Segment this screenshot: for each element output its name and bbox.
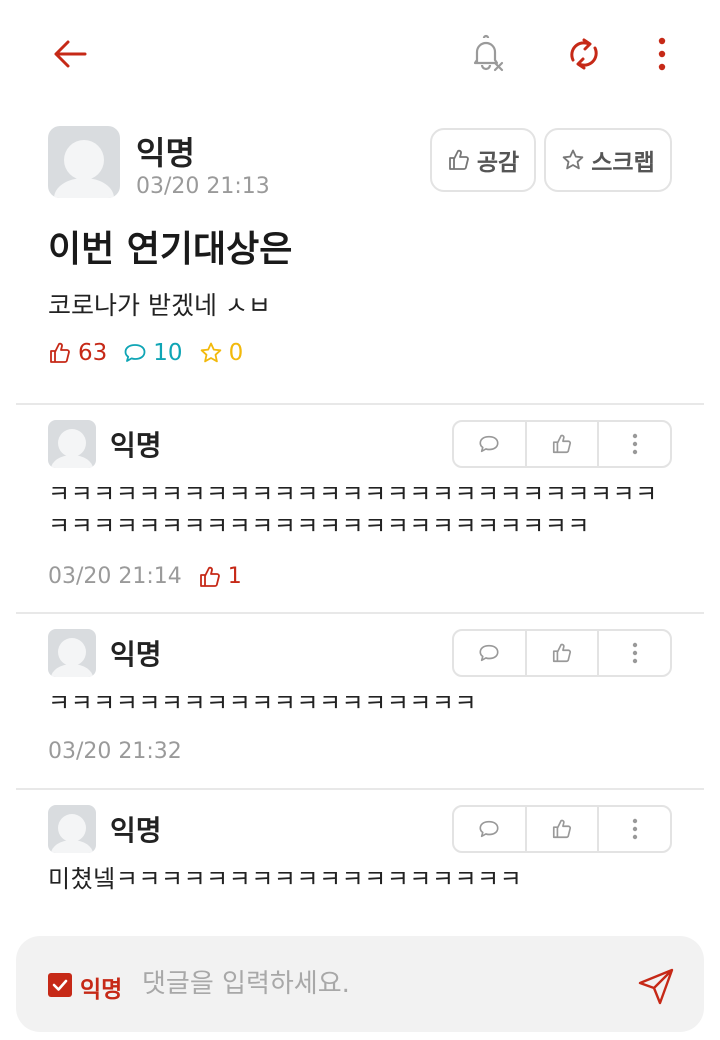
more-button[interactable] (638, 30, 686, 78)
checkmark-icon (52, 979, 68, 991)
speech-bubble-icon (479, 820, 499, 838)
more-vertical-icon (658, 37, 666, 71)
reply-button[interactable] (454, 631, 525, 675)
divider (16, 403, 704, 405)
comment-text: ㅋㅋㅋㅋㅋㅋㅋㅋㅋㅋㅋㅋㅋㅋㅋㅋㅋㅋㅋ (48, 689, 478, 717)
star-icon (200, 342, 221, 363)
comment-meta: 03/20 21:32 (48, 739, 182, 764)
comment-text: ㅋㅋㅋㅋㅋㅋㅋㅋㅋㅋㅋㅋㅋㅋㅋㅋㅋㅋㅋㅋㅋㅋㅋㅋㅋㅋㅋㅋㅋㅋㅋㅋㅋㅋㅋㅋㅋㅋㅋㅋ… (48, 480, 658, 540)
more-vertical-icon (632, 818, 637, 840)
post-body: 코로나가 받겠네 ㅅㅂ (48, 291, 271, 320)
comment-author: 익명 (110, 814, 162, 847)
comment-actions (452, 805, 672, 853)
like-count-value: 63 (78, 340, 108, 366)
comment-like-button[interactable] (524, 807, 598, 851)
speech-bubble-icon (479, 644, 499, 662)
like-count: 63 (48, 340, 107, 366)
comment-actions (452, 629, 672, 677)
anonymous-checkbox[interactable] (48, 973, 72, 997)
speech-bubble-icon (479, 435, 499, 453)
comment: 익명 미쳤넼ㅋㅋㅋㅋㅋㅋㅋㅋㅋㅋㅋㅋㅋㅋㅋㅋㅋㅋ (48, 805, 672, 905)
refresh-button[interactable] (560, 30, 608, 78)
post-title: 이번 연기대상은 (48, 229, 293, 270)
anonymous-label: 익명 (80, 977, 123, 1003)
post: 익명 03/20 21:13 공감 스크랩 이번 연기대상은 코로나가 받겠네 … (48, 126, 672, 366)
comment-like-count: 1 (198, 564, 242, 589)
comment-count: 10 (123, 340, 183, 366)
back-button[interactable] (46, 30, 94, 78)
top-bar (0, 0, 720, 110)
reply-button[interactable] (454, 422, 525, 466)
thumbs-up-icon (552, 434, 572, 454)
comment-more-button[interactable] (597, 807, 670, 851)
reply-button[interactable] (454, 807, 525, 851)
comment-time: 03/20 21:14 (48, 564, 182, 589)
refresh-icon (570, 38, 598, 70)
post-time: 03/20 21:13 (136, 174, 270, 199)
comment-like-value: 1 (227, 564, 242, 589)
comment-more-button[interactable] (597, 631, 670, 675)
back-arrow-icon (54, 40, 87, 68)
scrap-count: 0 (199, 340, 244, 366)
thumbs-up-icon (50, 342, 70, 363)
notification-button[interactable] (462, 30, 510, 78)
post-stats: 63 10 0 (48, 340, 259, 366)
thumbs-up-icon (552, 643, 572, 663)
post-scrap-button[interactable]: 스크랩 (544, 128, 672, 192)
comment-author: 익명 (110, 429, 162, 462)
comment-count-value: 10 (153, 340, 183, 366)
comment-more-button[interactable] (597, 422, 670, 466)
comment-time: 03/20 21:32 (48, 739, 182, 764)
divider (16, 788, 704, 790)
post-scrap-label: 스크랩 (591, 150, 655, 176)
more-vertical-icon (632, 642, 637, 664)
post-like-button[interactable]: 공감 (430, 128, 536, 192)
avatar (48, 629, 96, 677)
comment: 익명 ㅋㅋㅋㅋㅋㅋㅋㅋㅋㅋㅋㅋㅋㅋㅋㅋㅋㅋㅋ 03/20 21:32 (48, 629, 672, 777)
post-like-label: 공감 (476, 150, 520, 176)
thumbs-up-icon (448, 149, 469, 170)
send-icon (638, 968, 674, 1005)
notification-off-icon (473, 34, 504, 72)
avatar (48, 420, 96, 468)
comment-like-button[interactable] (524, 631, 598, 675)
more-vertical-icon (632, 433, 637, 455)
thumbs-up-icon (199, 566, 220, 587)
comment-actions (452, 420, 672, 468)
comment-input[interactable] (142, 960, 612, 1008)
avatar (48, 805, 96, 853)
comment-meta: 03/20 21:14 1 (48, 564, 242, 589)
comment-text: 미쳤넼ㅋㅋㅋㅋㅋㅋㅋㅋㅋㅋㅋㅋㅋㅋㅋㅋㅋㅋ (48, 865, 523, 893)
scrap-count-value: 0 (228, 340, 244, 366)
comment-like-button[interactable] (524, 422, 598, 466)
comment-author: 익명 (110, 638, 162, 671)
speech-bubble-icon (124, 344, 146, 362)
comment: 익명 ㅋㅋㅋㅋㅋㅋㅋㅋㅋㅋㅋㅋㅋㅋㅋㅋㅋㅋㅋㅋㅋㅋㅋㅋㅋㅋㅋㅋㅋㅋㅋㅋㅋㅋㅋㅋㅋ… (48, 420, 672, 600)
comment-composer: 익명 (16, 936, 704, 1032)
send-button[interactable] (632, 962, 680, 1010)
thumbs-up-icon (552, 819, 572, 839)
divider (16, 612, 704, 614)
post-author: 익명 (136, 134, 195, 172)
avatar (48, 126, 120, 198)
star-icon (562, 149, 584, 170)
